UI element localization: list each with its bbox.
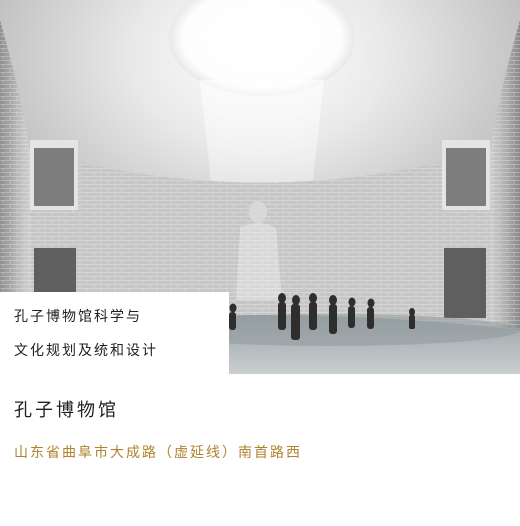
museum-title: 孔子博物馆	[14, 400, 119, 421]
caption-line-1: 孔子博物馆科学与	[14, 309, 142, 325]
caption-panel: 孔子博物馆科学与 文化规划及统和设计	[0, 292, 229, 374]
caption-line-2: 文化规划及统和设计	[14, 343, 158, 359]
museum-address: 山东省曲阜市大成路（虚延线）南首路西	[14, 445, 302, 461]
